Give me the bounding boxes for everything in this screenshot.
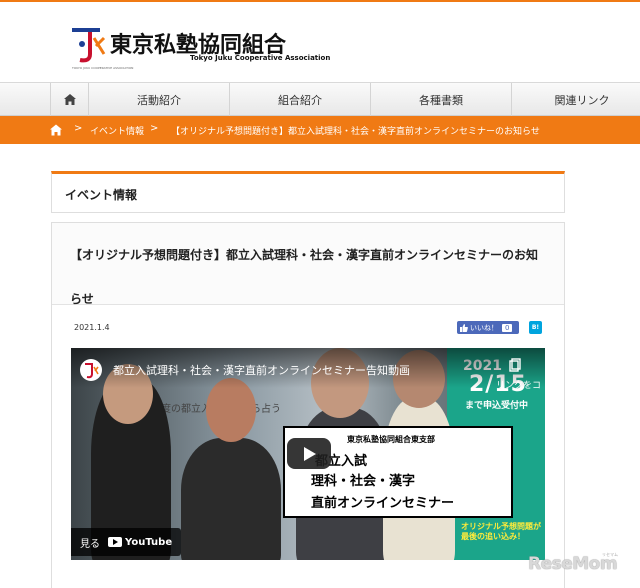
site-logo[interactable]: 東京私塾協同組合 Tokyo Juku Cooperative Associat… — [70, 22, 330, 72]
home-icon — [63, 94, 76, 105]
section-header: イベント情報 — [51, 171, 565, 213]
watch-on-youtube-button[interactable]: 見る YouTube — [71, 528, 181, 556]
section-heading: イベント情報 — [65, 188, 138, 202]
resemom-watermark: ReseMom リセマム — [528, 552, 636, 582]
nav-item-links[interactable]: 関連リンク — [511, 83, 640, 116]
nav-item-activities[interactable]: 活動紹介 — [88, 83, 229, 116]
nav-item-about[interactable]: 組合紹介 — [229, 83, 370, 116]
card-subtitle: 東京私塾協同組合東支部 — [347, 435, 435, 444]
site-name-en: Tokyo Juku Cooperative Association — [190, 54, 331, 62]
logo-mark-icon — [85, 363, 99, 379]
video-deadline-text: まで申込受付中 — [465, 401, 529, 411]
watch-label: 見る — [80, 538, 100, 550]
video-person — [181, 438, 281, 560]
breadcrumb-item-current: 【オリジナル予想問題付き】都立入試理科・社会・漢字直前オンラインセミナーのお知ら… — [171, 127, 540, 137]
play-button[interactable] — [287, 438, 331, 469]
post-date: 2021.1.4 — [74, 323, 110, 332]
video-title[interactable]: 都立入試理科・社会・漢字直前オンラインセミナー告知動画 — [113, 362, 410, 378]
hatena-bookmark-button[interactable]: B! — [529, 321, 542, 334]
thumbs-up-icon — [460, 323, 468, 332]
like-label: いいね！ — [470, 323, 498, 332]
channel-avatar[interactable] — [80, 359, 102, 381]
card-line-3: 直前オンラインセミナー — [311, 496, 455, 511]
top-accent-line — [0, 0, 640, 2]
copy-link-label[interactable]: リンクをコ — [496, 378, 541, 391]
global-nav: 活動紹介 組合紹介 各種書類 関連リンク — [0, 82, 640, 116]
youtube-logo: YouTube — [108, 537, 172, 548]
logo-mark-icon — [72, 28, 106, 63]
breadcrumb-separator: > — [74, 123, 83, 134]
youtube-label: YouTube — [125, 536, 173, 548]
youtube-icon — [108, 537, 122, 547]
nav-home[interactable] — [50, 83, 88, 116]
video-promo-text: オリジナル予想問題が 最後の追い込み！ — [461, 522, 541, 541]
copy-link-icon[interactable] — [509, 358, 523, 372]
like-count: 0 — [502, 323, 513, 332]
breadcrumb-separator: > — [150, 123, 159, 134]
post-title: 【オリジナル予想問題付き】都立入試理科・社会・漢字直前オンラインセミナーのお知ら… — [70, 248, 539, 306]
card-line-2: 理科・社会・漢字 — [311, 474, 416, 489]
youtube-video-embed[interactable]: 「今年度の都立入試問題から占う 2021 2/15 まで申込受付中 都立入試理科… — [71, 348, 545, 560]
breadcrumb: > イベント情報 > 【オリジナル予想問題付き】都立入試理科・社会・漢字直前オン… — [0, 116, 640, 144]
breadcrumb-item-events[interactable]: イベント情報 — [90, 124, 144, 137]
post-title-box: 【オリジナル予想問題付き】都立入試理科・社会・漢字直前オンラインセミナーのお知ら… — [52, 223, 564, 306]
logo-small-text: TOKYO JUKU COOPERATIVE ASSOCIATION — [72, 66, 134, 70]
watermark-kana: リセマム — [602, 552, 618, 557]
nav-item-documents[interactable]: 各種書類 — [370, 83, 511, 116]
breadcrumb-home-icon[interactable] — [50, 124, 62, 136]
facebook-like-button[interactable]: いいね！ 0 — [457, 321, 519, 334]
